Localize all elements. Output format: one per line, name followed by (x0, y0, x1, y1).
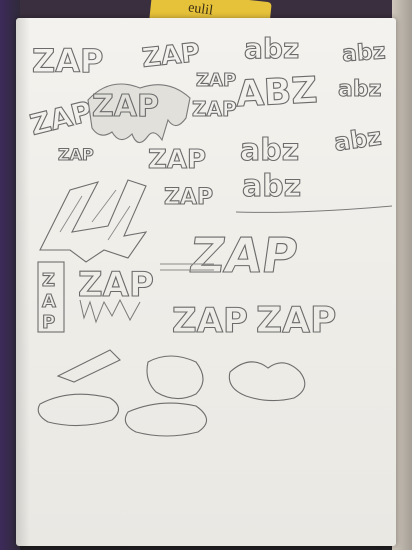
sketch-lightning-inner-lines (59, 189, 131, 241)
sketch-drawings: ZAP ZAP abz abz ZAP ZAP ZAP ZAP ABZ abz … (26, 31, 393, 437)
sketch-zap-3: ZAP (27, 95, 96, 142)
sketch-vertical-p: P (42, 312, 55, 333)
sketch-zap-4: ZAP (92, 89, 159, 124)
sketch-round-zap-1 (228, 361, 306, 402)
sketch-zap-2: ZAP (141, 38, 202, 74)
sketch-abz-6: abz (338, 77, 381, 102)
sketch-abz-4: abz (242, 169, 301, 204)
sketch-zap-6: ZAP (192, 97, 237, 121)
sketch-underline (235, 205, 393, 213)
sketch-zap-11: ZAP (78, 265, 154, 305)
sketch-zap-8: ZAP (148, 145, 206, 175)
sketch-abz-3: abz (240, 133, 299, 168)
sketch-abz-1: abz (244, 32, 299, 65)
sketch-round-zap-2 (124, 402, 208, 437)
sketch-slanted-zap (56, 349, 121, 383)
sketch-abz-2: ABZ (235, 70, 318, 115)
sketch-zap-12: ZAP (172, 301, 248, 341)
sketch-abz-7: abz (332, 122, 383, 156)
sketch-zap-13: ZAP (256, 300, 336, 341)
sketch-bubble-zap (37, 393, 120, 427)
sketch-abz-5: abz (341, 39, 386, 67)
sketch-zap-1: ZAP (32, 42, 103, 80)
sketch-ghost-zap (146, 355, 204, 400)
sketch-zap-9: ZAP (164, 185, 213, 210)
sketch-vertical-a: A (42, 291, 56, 312)
sketch-zap-10: ZAP (186, 228, 301, 284)
sketch-vertical-z: Z (42, 270, 55, 291)
sketch-zap-5: ZAP (196, 70, 236, 91)
sketch-zap-7: ZAP (58, 145, 94, 164)
